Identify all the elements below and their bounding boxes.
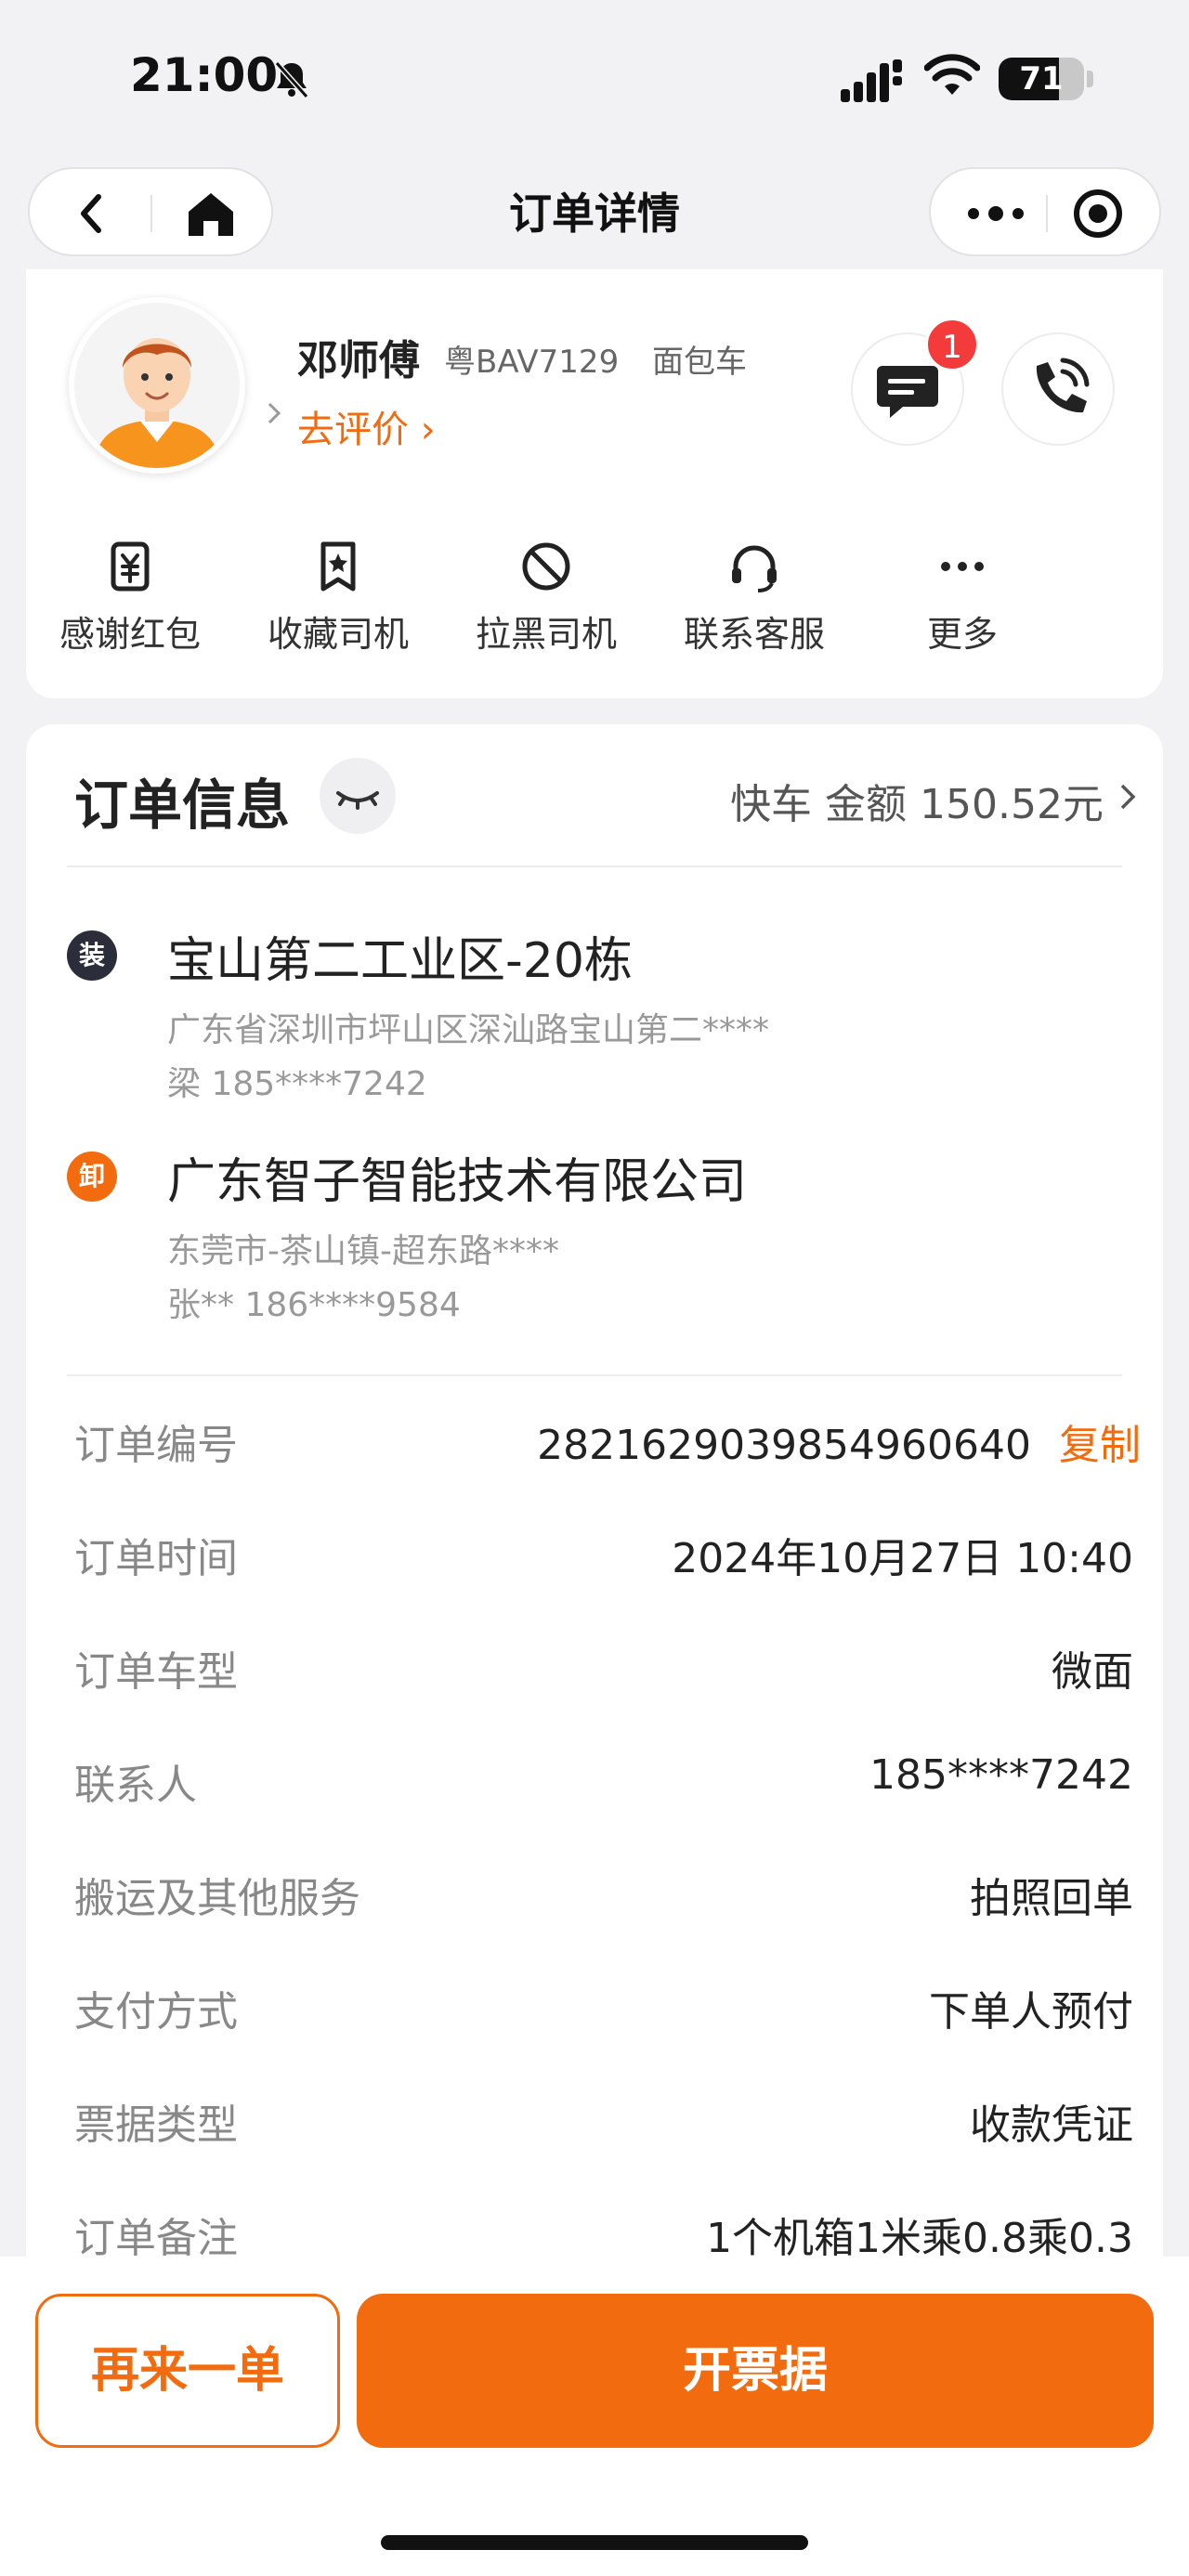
- info-label: 票据类型: [74, 2101, 238, 2149]
- nav-divider: [150, 195, 152, 232]
- battery-level: 71: [1019, 60, 1064, 98]
- order-number-value: 2821629039854960640 复制: [537, 1412, 1141, 1471]
- order-time-row: 订单时间 2024年10月27日 10:40: [74, 1525, 1133, 1599]
- status-time: 21:00: [130, 48, 279, 102]
- vehicle-type-row: 订单车型 微面: [74, 1638, 1133, 1712]
- load-address-detail: 广东省深圳市坪山区深汕路宝山第二****: [167, 1011, 770, 1049]
- chevron-right-icon: [268, 402, 281, 424]
- action-label: 感谢红包: [59, 614, 201, 655]
- headset-icon: [732, 545, 777, 592]
- bell-muted-icon: [274, 61, 309, 98]
- unload-address-detail: 东莞市-茶山镇-超东路****: [167, 1232, 559, 1270]
- info-label: 支付方式: [74, 1988, 238, 2036]
- driver-vehicle: 面包车: [652, 344, 747, 381]
- driver-actions: 感谢红包 收藏司机 拉黑司机 联系客服 更多: [26, 539, 1163, 659]
- avatar: [69, 297, 245, 474]
- action-label: 拉黑司机: [475, 614, 617, 655]
- driver-card: 邓师傅 粤BAV7129 面包车 去评价 › 1 感谢红包 收藏司机 拉黑司机 …: [26, 269, 1163, 698]
- order-number-row: 订单编号 2821629039854960640 复制: [74, 1412, 1141, 1486]
- status-bar: 21:00 71: [0, 0, 1189, 158]
- unload-contact: 张** 186****9584: [167, 1286, 461, 1324]
- info-value: 收款凭证: [970, 2101, 1133, 2149]
- driver-avatar-button[interactable]: [69, 297, 281, 481]
- action-label: 联系客服: [683, 614, 825, 655]
- reorder-button[interactable]: 再来一单: [35, 2294, 340, 2448]
- unload-badge: 卸: [67, 1151, 117, 1202]
- copy-button[interactable]: 复制: [1059, 1422, 1141, 1469]
- order-info-card: 订单信息 快车 金额 150.52元 装 宝山第二工业区-20栋 广东省深圳市坪…: [26, 724, 1163, 2303]
- action-customer-service[interactable]: 联系客服: [650, 539, 858, 659]
- unload-place-name: 广东智子智能技术有限公司: [167, 1154, 748, 1210]
- rate-driver-link[interactable]: 去评价 ›: [297, 399, 436, 453]
- info-label: 订单车型: [74, 1648, 238, 1696]
- action-more[interactable]: 更多: [858, 539, 1066, 659]
- nav-divider: [1046, 195, 1048, 232]
- info-label: 搬运及其他服务: [74, 1875, 360, 1922]
- load-place-name: 宝山第二工业区-20栋: [167, 933, 633, 989]
- home-icon[interactable]: [183, 188, 239, 240]
- order-number: 2821629039854960640: [537, 1422, 1031, 1469]
- signal-icon: [841, 59, 902, 102]
- info-label: 订单编号: [74, 1422, 238, 1469]
- driver-plate: 粤BAV7129: [444, 344, 620, 381]
- action-label: 更多: [926, 614, 998, 655]
- payment-row: 支付方式 下单人预付: [74, 1978, 1133, 2052]
- more-dots-icon: [941, 562, 984, 571]
- driver-avatar-illustration: [74, 303, 240, 468]
- battery-tip: [1087, 71, 1093, 87]
- services-row: 搬运及其他服务 拍照回单: [74, 1865, 1133, 1939]
- info-value: 1个机箱1米乘0.8乘0.3: [706, 2215, 1133, 2262]
- more-icon[interactable]: [959, 188, 1033, 240]
- back-icon[interactable]: [67, 188, 119, 240]
- toggle-visibility-button[interactable]: [320, 758, 396, 834]
- action-block-driver[interactable]: 拉黑司机: [442, 539, 650, 659]
- chevron-right-icon[interactable]: [1115, 778, 1141, 815]
- divider: [67, 865, 1122, 867]
- battery-indicator: 71: [999, 58, 1084, 100]
- bookmark-star-icon: [320, 541, 356, 592]
- info-label: 订单时间: [74, 1535, 238, 1582]
- call-button[interactable]: [1001, 332, 1115, 446]
- bottom-action-bar: 再来一单 开票据: [0, 2257, 1189, 2576]
- home-indicator: [381, 2535, 808, 2550]
- yuan-icon: [111, 541, 150, 592]
- eye-closed-icon: [336, 791, 379, 810]
- issue-receipt-button[interactable]: 开票据: [357, 2294, 1154, 2448]
- info-value: 下单人预付: [929, 1988, 1133, 2036]
- unread-badge: 1: [925, 318, 979, 371]
- action-favorite-driver[interactable]: 收藏司机: [234, 539, 442, 659]
- info-value: 微面: [1052, 1648, 1133, 1696]
- ban-icon: [522, 542, 570, 591]
- load-badge: 装: [67, 930, 117, 981]
- nav-capsule-left: [28, 167, 273, 256]
- order-info-title: 订单信息: [74, 774, 291, 837]
- nav-bar: 订单详情: [0, 158, 1189, 269]
- info-value: 2024年10月27日 10:40: [672, 1535, 1133, 1582]
- info-label: 订单备注: [74, 2215, 238, 2262]
- wifi-icon: [924, 54, 980, 95]
- info-value: 185****7242: [869, 1751, 1133, 1799]
- driver-name: 邓师傅: [297, 337, 420, 384]
- info-label: 联系人: [74, 1762, 197, 1809]
- nav-capsule-right: [929, 167, 1161, 256]
- divider: [67, 1374, 1122, 1376]
- action-label: 收藏司机: [267, 614, 409, 655]
- action-thank-tip[interactable]: 感谢红包: [26, 539, 234, 659]
- load-contact: 梁 185****7242: [167, 1065, 427, 1103]
- contact-row: 联系人 185****7242: [74, 1751, 1133, 1826]
- info-value: 拍照回单: [970, 1875, 1133, 1922]
- receipt-type-row: 票据类型 收款凭证: [74, 2091, 1133, 2166]
- close-target-icon[interactable]: [1070, 186, 1126, 241]
- order-fare-summary[interactable]: 快车 金额 150.52元: [730, 771, 1104, 830]
- phone-icon: [1036, 358, 1090, 413]
